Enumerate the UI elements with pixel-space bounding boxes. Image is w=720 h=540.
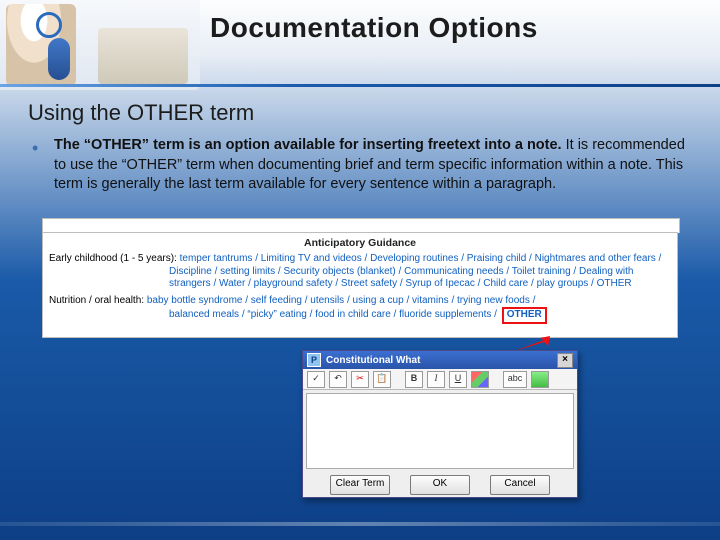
sample-row1-opts-b: Discipline / setting limits / Security o… [49,266,671,291]
spellcheck-button[interactable]: abc [503,371,527,388]
sample-panel: Anticipatory Guidance Early childhood (1… [42,232,678,338]
hero-image [0,0,200,90]
title-underline [0,84,720,87]
color-button[interactable] [471,371,489,388]
slide: Documentation Options Using the OTHER te… [0,0,720,540]
sample-row-2: Nutrition / oral health: baby bottle syn… [49,295,671,324]
check-icon[interactable]: ✓ [307,371,325,388]
sample-row2-opts-a: baby bottle syndrome / self feeding / ut… [147,295,536,306]
paste-icon[interactable]: 📋 [373,371,391,388]
footer-rule [0,522,720,526]
app-icon: P [307,353,321,367]
ok-button[interactable]: OK [410,475,470,495]
dialog-buttons: Clear Term OK Cancel [303,472,577,500]
sample-row1-label: Early childhood (1 - 5 years): [49,253,177,264]
italic-button[interactable]: I [427,371,445,388]
sample-panel-top [42,218,680,233]
bullet-list: The “OTHER” term is an option available … [28,136,692,195]
dialog-titlebar: P Constitutional What × [303,351,577,369]
bold-button[interactable]: B [405,371,423,388]
dialog-toolbar: ✓ ↶ ✂ 📋 B I U abc [303,369,577,390]
other-term-highlight[interactable]: OTHER [502,307,547,324]
sample-panel-header: Anticipatory Guidance [49,237,671,250]
record-button[interactable] [531,371,549,388]
underline-button[interactable]: U [449,371,467,388]
close-button[interactable]: × [557,353,573,368]
bullet-item: The “OTHER” term is an option available … [28,136,692,195]
undo-icon[interactable]: ↶ [329,371,347,388]
subheading: Using the OTHER term [28,100,692,126]
clear-term-button[interactable]: Clear Term [330,475,390,495]
content-area: Using the OTHER term The “OTHER” term is… [28,100,692,195]
sample-row2-label: Nutrition / oral health: [49,295,144,306]
sample-row2-opts-b: balanced meals / “picky” eating / food i… [169,309,497,320]
page-title: Documentation Options [210,12,538,44]
sample-row-1: Early childhood (1 - 5 years): temper ta… [49,253,671,291]
sample-row1-opts-a: temper tantrums / Limiting TV and videos… [180,253,662,264]
cancel-button[interactable]: Cancel [490,475,550,495]
freetext-dialog: P Constitutional What × ✓ ↶ ✂ 📋 B I U ab… [302,350,578,498]
editor-area[interactable] [306,393,574,469]
stethoscope-icon [36,12,62,38]
patient-photo [98,28,188,84]
bullet-bold: The “OTHER” term is an option available … [54,137,562,153]
dialog-title: Constitutional What [326,355,420,366]
cut-icon[interactable]: ✂ [351,371,369,388]
